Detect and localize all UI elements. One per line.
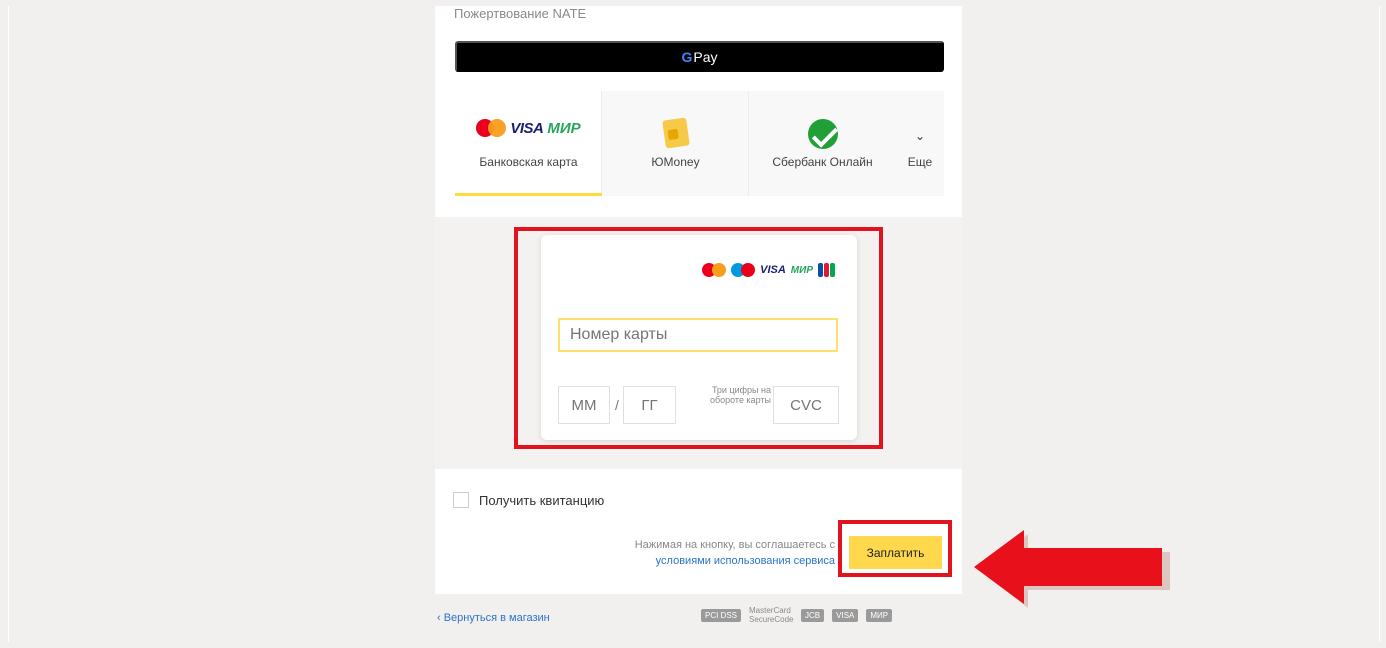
security-logos: PCI DSS MasterCard SecureCode JCB VISA М…: [701, 606, 893, 624]
payment-method-tabs: VISA МИР Банковская карта ЮMoney Сбербан…: [455, 91, 944, 196]
tab-sberbank[interactable]: Сбербанк Онлайн: [749, 91, 896, 196]
receipt-label: Получить квитанцию: [479, 492, 605, 508]
arrow-left-icon: [974, 530, 1170, 608]
receipt-checkbox[interactable]: [453, 492, 469, 508]
wallet-icon: [661, 117, 690, 149]
jcb-secure-icon: JCB: [801, 608, 825, 622]
chevron-down-icon: ⌄: [914, 129, 926, 143]
card-logos: VISA МИР: [476, 119, 581, 137]
mir-icon: МИР: [547, 119, 581, 137]
google-pay-button[interactable]: G Pay: [455, 41, 944, 72]
mastercard-securecode-icon: MasterCard SecureCode: [749, 606, 794, 624]
pci-dss-icon: PCI DSS: [701, 608, 742, 622]
tab-label: Банковская карта: [479, 155, 578, 169]
highlight-pay-button: [838, 520, 952, 577]
tab-yoomoney[interactable]: ЮMoney: [602, 91, 749, 196]
google-g-icon: G: [681, 48, 693, 65]
payment-panel: Пожертвование NATE G Pay VISA МИР Банков…: [435, 6, 962, 594]
google-pay-label: Pay: [693, 48, 718, 65]
page-frame: Пожертвование NATE G Pay VISA МИР Банков…: [8, 6, 1380, 642]
verified-by-visa-icon: VISA: [832, 608, 859, 622]
tab-label: ЮMoney: [651, 155, 700, 169]
back-to-store-link[interactable]: ‹ Вернуться в магазин: [437, 612, 550, 624]
tab-label: Еще: [907, 155, 933, 169]
tab-bank-card[interactable]: VISA МИР Банковская карта: [455, 91, 602, 196]
terms-link[interactable]: условиями использования сервиса: [635, 553, 835, 569]
tab-label: Сбербанк Онлайн: [772, 155, 873, 169]
agreement-text: Нажимая на кнопку, вы соглашаетесь с усл…: [635, 537, 835, 569]
page-subtitle: Пожертвование NATE: [454, 6, 587, 21]
mastercard-icon: [476, 119, 507, 137]
visa-icon: VISA: [510, 119, 544, 137]
tab-more[interactable]: ⌄ Еще: [896, 91, 944, 196]
agreement-line: Нажимая на кнопку, вы соглашаетесь с: [634, 539, 835, 551]
highlight-card-form: [514, 227, 883, 449]
sberbank-icon: [807, 119, 838, 149]
receipt-option[interactable]: Получить квитанцию: [453, 492, 604, 508]
mir-accept-icon: МИР: [866, 608, 893, 622]
